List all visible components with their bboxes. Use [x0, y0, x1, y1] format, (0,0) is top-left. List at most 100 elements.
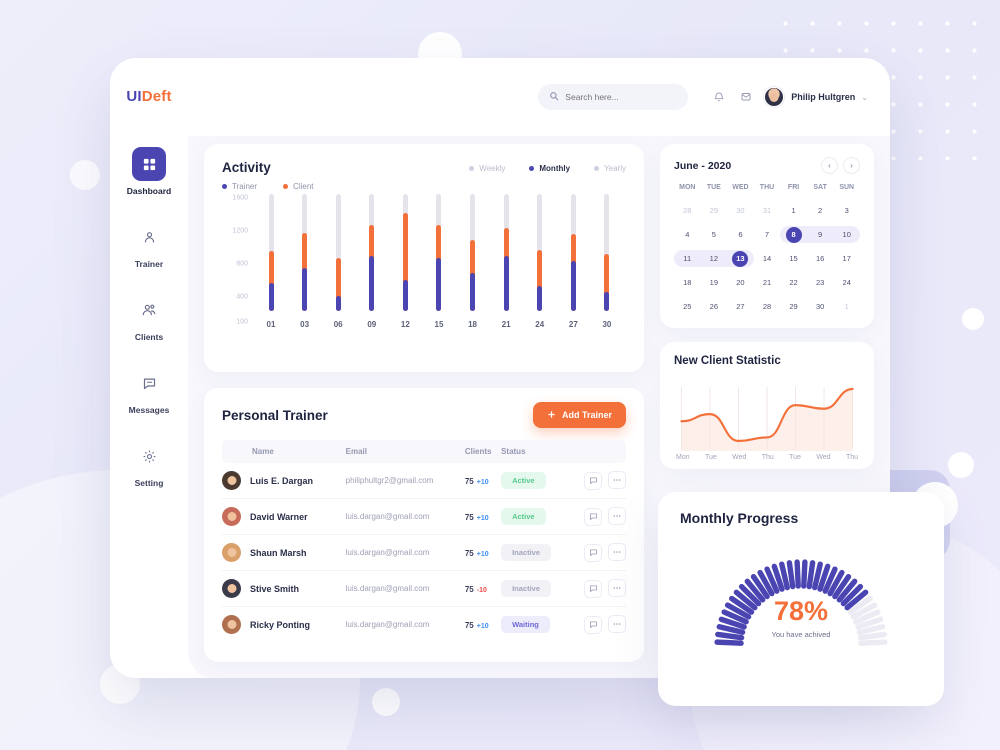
x-axis-tick: 21: [501, 320, 511, 329]
calendar-day[interactable]: 23: [807, 274, 834, 291]
search-box[interactable]: [538, 84, 689, 110]
calendar-day[interactable]: 29: [780, 298, 807, 315]
chat-icon[interactable]: [584, 471, 602, 490]
calendar-day[interactable]: 25: [674, 298, 701, 315]
calendar-day[interactable]: 6: [727, 226, 754, 243]
new-client-chart: [674, 373, 860, 451]
column-header-actions: [568, 440, 626, 463]
calendar-day[interactable]: 29: [701, 202, 728, 219]
table-row[interactable]: David Warner luis.dargan@gmail.com 75 +10 Ac…: [222, 498, 626, 535]
calendar-day[interactable]: 5: [701, 226, 728, 243]
chat-icon[interactable]: [584, 615, 602, 634]
sidebar-item-trainer[interactable]: Trainer: [110, 220, 188, 269]
table-row[interactable]: Shaun Marsh luis.dargan@gmail.com 75 +10 Ina…: [222, 534, 626, 571]
activity-bar[interactable]: 15: [428, 193, 450, 329]
column-header: Status: [501, 440, 569, 463]
cell-clients: 75 +10: [464, 498, 502, 535]
calendar-day[interactable]: 7: [754, 226, 781, 243]
calendar-day[interactable]: 3: [833, 202, 860, 219]
calendar-next-button[interactable]: ›: [843, 157, 860, 174]
calendar-day[interactable]: 2: [807, 202, 834, 219]
sidebar-item-setting[interactable]: Setting: [110, 439, 188, 488]
calendar-day[interactable]: 15: [780, 250, 807, 267]
sidebar-item-dashboard[interactable]: Dashboard: [110, 147, 188, 196]
calendar-day[interactable]: 13: [721, 250, 754, 267]
background-circle: [70, 160, 100, 190]
calendar-day[interactable]: 31: [754, 202, 781, 219]
activity-toggle-weekly[interactable]: Weekly: [469, 164, 505, 173]
chat-icon[interactable]: [584, 507, 602, 526]
activity-bar[interactable]: 12: [394, 193, 416, 329]
calendar-day[interactable]: 21: [754, 274, 781, 291]
calendar-day[interactable]: 18: [674, 274, 701, 291]
calendar-day[interactable]: 28: [754, 298, 781, 315]
bell-icon[interactable]: [710, 88, 728, 106]
calendar-day[interactable]: 10: [827, 226, 860, 243]
chat-icon[interactable]: [584, 543, 602, 562]
progress-gauge: 78% You have achived: [701, 538, 901, 658]
app-logo: UIDeft: [126, 88, 171, 105]
avatar[interactable]: [764, 87, 785, 107]
personal-trainer-title: Personal Trainer: [222, 407, 328, 423]
calendar-day-number: 21: [762, 278, 772, 287]
activity-bar[interactable]: 01: [260, 193, 282, 329]
calendar-day[interactable]: 24: [833, 274, 860, 291]
more-options-icon[interactable]: [608, 507, 626, 526]
activity-bar[interactable]: 18: [462, 193, 484, 329]
new-client-x-axis: Mon Tue Wed Thu Tue Wed Thu: [674, 454, 860, 461]
calendar-day-number: 1: [791, 206, 796, 215]
activity-bar[interactable]: 06: [327, 193, 349, 329]
add-trainer-label: Add Trainer: [561, 410, 612, 420]
sidebar-item-clients[interactable]: Clients: [110, 293, 188, 342]
more-options-icon[interactable]: [608, 543, 626, 562]
table-row[interactable]: Ricky Ponting luis.dargan@gmail.com 75 +10 W…: [222, 607, 626, 643]
calendar-day[interactable]: 28: [674, 202, 701, 219]
sidebar-item-messages[interactable]: Messages: [110, 366, 188, 415]
activity-bar[interactable]: 21: [495, 193, 517, 329]
calendar-day[interactable]: 1: [780, 202, 807, 219]
activity-toggle-yearly[interactable]: Yearly: [594, 164, 626, 173]
search-input[interactable]: [565, 92, 678, 102]
message-icon[interactable]: [737, 88, 755, 106]
bar-segment-trainer: [604, 292, 610, 311]
more-options-icon[interactable]: [608, 579, 626, 598]
table-row[interactable]: Luis E. Dargan philiphultgr2@gmail.com 75 +…: [222, 463, 626, 499]
activity-toggle-monthly[interactable]: Monthly: [529, 164, 570, 173]
gear-icon: [132, 439, 166, 473]
cell-actions: [569, 607, 626, 643]
calendar-day[interactable]: 17: [833, 250, 860, 267]
calendar-day[interactable]: 14: [754, 250, 781, 267]
calendar-day[interactable]: 20: [727, 274, 754, 291]
calendar-day-of-week: TUE: [706, 184, 721, 191]
activity-legend: Trainer Client: [222, 182, 314, 191]
activity-bar[interactable]: 27: [562, 193, 584, 329]
calendar-prev-button[interactable]: ‹: [821, 157, 838, 174]
add-trainer-button[interactable]: Add Trainer: [532, 402, 626, 428]
calendar-day[interactable]: 22: [780, 274, 807, 291]
activity-bar[interactable]: 09: [361, 193, 383, 329]
background-circle: [948, 452, 974, 478]
chevron-down-icon[interactable]: ⌄: [861, 93, 868, 102]
legend-dot: [283, 184, 289, 189]
calendar-day[interactable]: 1: [833, 298, 860, 315]
chat-icon[interactable]: [584, 579, 602, 598]
clients-count: 75: [464, 476, 474, 486]
activity-title: Activity: [222, 160, 271, 175]
calendar-day[interactable]: 19: [701, 274, 728, 291]
calendar-day[interactable]: 27: [727, 298, 754, 315]
activity-bar[interactable]: 24: [529, 193, 551, 329]
personal-trainer-header: Personal Trainer Add Trainer: [222, 402, 626, 428]
calendar-day[interactable]: 30: [807, 298, 834, 315]
activity-bar[interactable]: 03: [294, 193, 316, 329]
activity-bar[interactable]: 30: [596, 193, 618, 329]
calendar-day-number: 6: [738, 230, 743, 239]
more-options-icon[interactable]: [608, 471, 626, 490]
x-axis-tick: Wed: [732, 454, 747, 461]
calendar-day[interactable]: 30: [727, 202, 754, 219]
more-options-icon[interactable]: [608, 615, 626, 634]
table-row[interactable]: Stive Smith luis.dargan@gmail.com 75 -10 Ina…: [222, 570, 626, 607]
calendar-day[interactable]: 26: [701, 298, 728, 315]
trainer-email: luis.dargan@gmail.com: [345, 498, 465, 535]
calendar-day[interactable]: 16: [807, 250, 834, 267]
calendar-day[interactable]: 4: [674, 226, 701, 243]
